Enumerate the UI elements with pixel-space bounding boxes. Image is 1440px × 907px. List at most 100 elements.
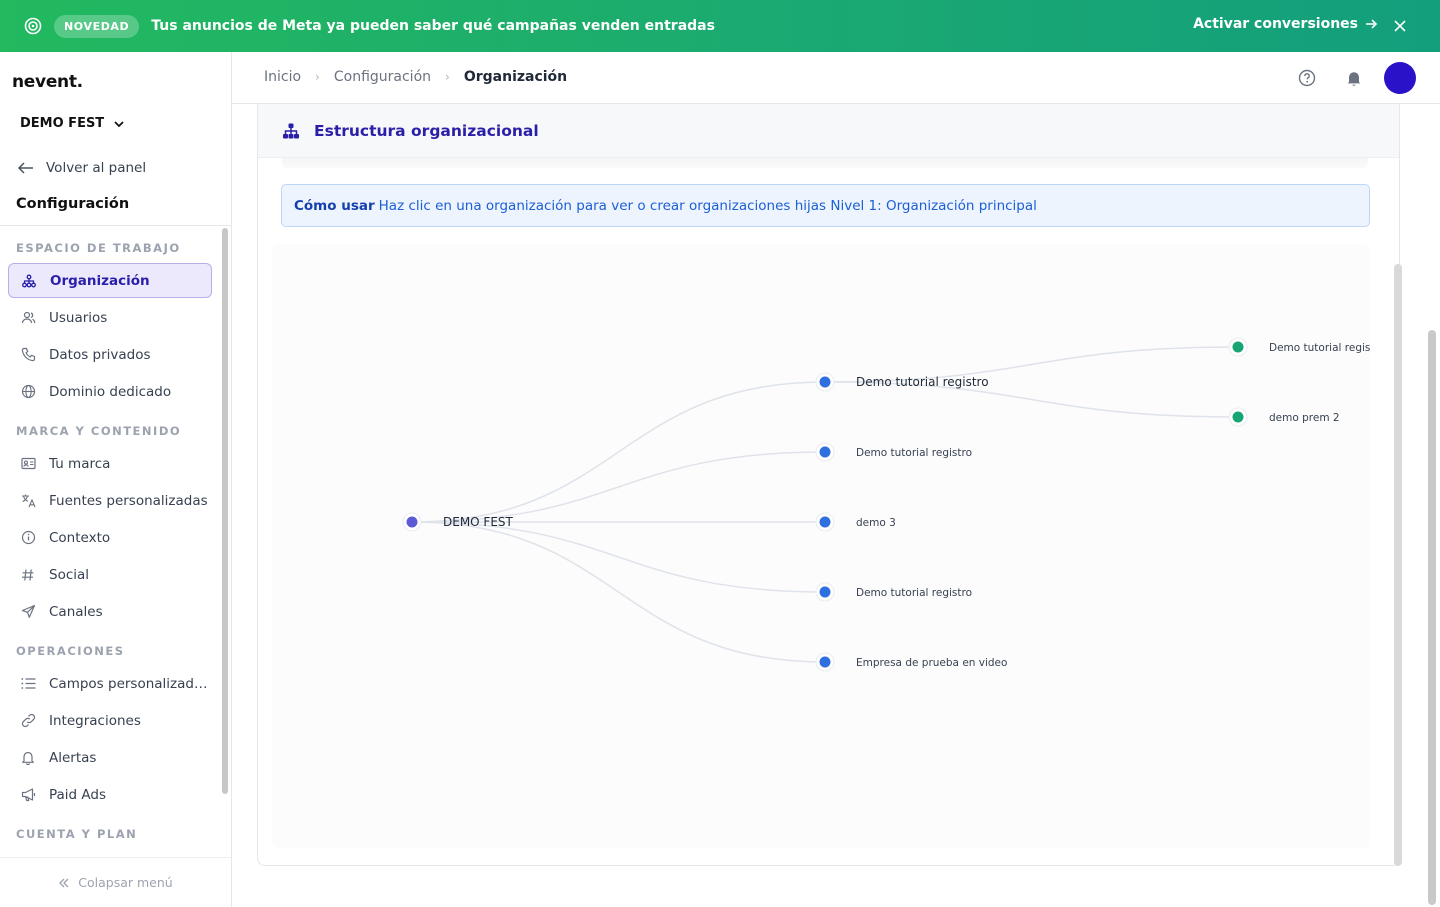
sidebar-item-label: Usuarios	[49, 309, 108, 326]
sidebar-item-organizacion[interactable]: Organización	[8, 263, 212, 298]
node-label: Empresa de prueba en video	[856, 657, 1007, 669]
tree-node-level2[interactable]: demo prem 2	[1228, 407, 1340, 427]
breadcrumb: Inicio › Configuración › Organización	[264, 69, 567, 85]
phone-icon	[20, 347, 36, 363]
info-icon	[20, 530, 36, 546]
org-selector-label: DEMO FEST	[20, 116, 105, 131]
sidebar-item-campos[interactable]: Campos personalizados	[8, 666, 212, 701]
translate-icon	[20, 493, 36, 509]
page-scrollbar[interactable]	[1428, 330, 1436, 905]
how-to-use-banner: Cómo usar Haz clic en una organización p…	[281, 184, 1370, 227]
breadcrumb-configuracion[interactable]: Configuración	[334, 69, 431, 85]
back-label: Volver al panel	[46, 160, 147, 176]
node-dot	[1232, 341, 1244, 353]
nevent-logo[interactable]: nevent.	[12, 72, 83, 92]
settings-title: Configuración	[16, 196, 130, 212]
tree-node-level1[interactable]: demo 3	[815, 512, 896, 532]
breadcrumb-organizacion: Organización	[463, 69, 568, 85]
node-label: Demo tutorial registro	[1269, 342, 1370, 354]
chevron-down-icon	[114, 120, 124, 127]
sidebar-item-paid-ads[interactable]: Paid Ads	[8, 777, 212, 812]
help-icon[interactable]	[1298, 69, 1316, 87]
sidebar-item-usuarios[interactable]: Usuarios	[8, 300, 212, 335]
tree-node-level1[interactable]: Empresa de prueba en video	[815, 652, 1007, 672]
sidebar-item-label: Fuentes personalizadas	[49, 492, 208, 509]
megaphone-icon	[20, 787, 36, 803]
card-header-shadow	[282, 158, 1368, 168]
tree-link	[411, 381, 826, 523]
tree-node-level1[interactable]: Demo tutorial registro	[815, 442, 972, 462]
group-brand-title: MARCA Y CONTENIDO	[16, 424, 182, 438]
node-dot	[819, 586, 831, 598]
tree-node-level1[interactable]: Demo tutorial registro	[815, 582, 972, 602]
settings-nav: ESPACIO DE TRABAJO Organización Usuarios…	[0, 226, 222, 858]
tree-link	[411, 521, 826, 663]
sidebar-item-label: Integraciones	[49, 712, 141, 729]
node-label: demo 3	[856, 517, 896, 529]
sidebar-item-label: Social	[49, 566, 90, 583]
sidebar-item-alertas[interactable]: Alertas	[8, 740, 212, 775]
how-to-use-label: Cómo usar	[294, 197, 375, 214]
arrow-left-icon	[17, 162, 33, 174]
list-icon	[20, 676, 36, 692]
arrow-right-icon	[1366, 19, 1378, 29]
novedad-badge: NOVEDAD	[54, 14, 140, 38]
sidebar-item-contexto[interactable]: Contexto	[8, 520, 212, 555]
tree-node-level2[interactable]: Demo tutorial registro	[1228, 337, 1370, 357]
node-label: Demo tutorial registro	[856, 447, 972, 459]
globe-icon	[20, 384, 36, 400]
collapse-menu-label: Colapsar menú	[78, 875, 173, 890]
back-to-panel-link[interactable]: Volver al panel	[16, 160, 146, 176]
sidebar-item-datos-privados[interactable]: Datos privados	[8, 337, 212, 372]
activate-conversions-label: Activar conversiones	[1193, 16, 1358, 32]
chevrons-left-icon	[59, 878, 69, 887]
sidebar-item-dominio-dedicado[interactable]: Dominio dedicado	[8, 374, 212, 409]
sidebar-item-tu-marca[interactable]: Tu marca	[8, 446, 212, 481]
sidebar-item-label: Organización	[50, 272, 150, 289]
tree-link	[411, 451, 826, 523]
top-header: Inicio › Configuración › Organización	[232, 52, 1440, 104]
node-dot	[819, 446, 831, 458]
tree-node-root[interactable]: DEMO FEST	[402, 512, 514, 532]
node-label: demo prem 2	[1269, 412, 1340, 424]
org-structure-card: Estructura organizacional Cómo usar Haz …	[257, 104, 1402, 866]
node-dot	[1232, 411, 1244, 423]
org-selector[interactable]: DEMO FEST	[20, 116, 126, 131]
sidebar-item-label: Contexto	[49, 529, 111, 546]
close-icon[interactable]	[1392, 18, 1408, 34]
node-label: DEMO FEST	[443, 515, 514, 529]
target-icon	[24, 17, 42, 35]
sidebar-item-canales[interactable]: Canales	[8, 594, 212, 629]
group-workspace-title: ESPACIO DE TRABAJO	[16, 241, 181, 255]
node-dot	[819, 376, 831, 388]
collapse-menu-button[interactable]: Colapsar menú	[0, 857, 231, 907]
sidebar-item-label: Dominio dedicado	[49, 383, 172, 400]
sidebar-item-label: Canales	[49, 603, 103, 620]
breadcrumb-inicio[interactable]: Inicio	[264, 69, 301, 85]
sidebar-scrollbar[interactable]	[222, 228, 228, 794]
card-header: Estructura organizacional	[258, 104, 1399, 158]
sidebar: nevent. DEMO FEST Volver al panel Config…	[0, 52, 232, 907]
id-card-icon	[20, 456, 36, 472]
tree-scrollbar[interactable]	[1394, 264, 1402, 866]
node-label: Demo tutorial registro	[856, 375, 989, 389]
chevron-right-icon: ›	[445, 70, 450, 84]
node-dot	[819, 516, 831, 528]
hierarchy-icon	[282, 122, 300, 140]
sidebar-item-fuentes[interactable]: Fuentes personalizadas	[8, 483, 212, 518]
bell-icon	[20, 750, 36, 766]
send-icon	[20, 604, 36, 620]
node-label: Demo tutorial registro	[856, 587, 972, 599]
group-account-title: CUENTA Y PLAN	[16, 827, 138, 841]
card-title: Estructura organizacional	[314, 121, 539, 140]
node-dot	[819, 656, 831, 668]
notifications-bell-icon[interactable]	[1345, 69, 1363, 87]
sidebar-item-label: Campos personalizados	[49, 675, 209, 692]
sidebar-item-label: Datos privados	[49, 346, 151, 363]
group-operations-title: OPERACIONES	[16, 644, 125, 658]
activate-conversions-link[interactable]: Activar conversiones	[1193, 16, 1378, 32]
sidebar-item-integraciones[interactable]: Integraciones	[8, 703, 212, 738]
sidebar-item-social[interactable]: Social	[8, 557, 212, 592]
hierarchy-icon	[21, 273, 37, 289]
avatar[interactable]	[1384, 62, 1416, 94]
